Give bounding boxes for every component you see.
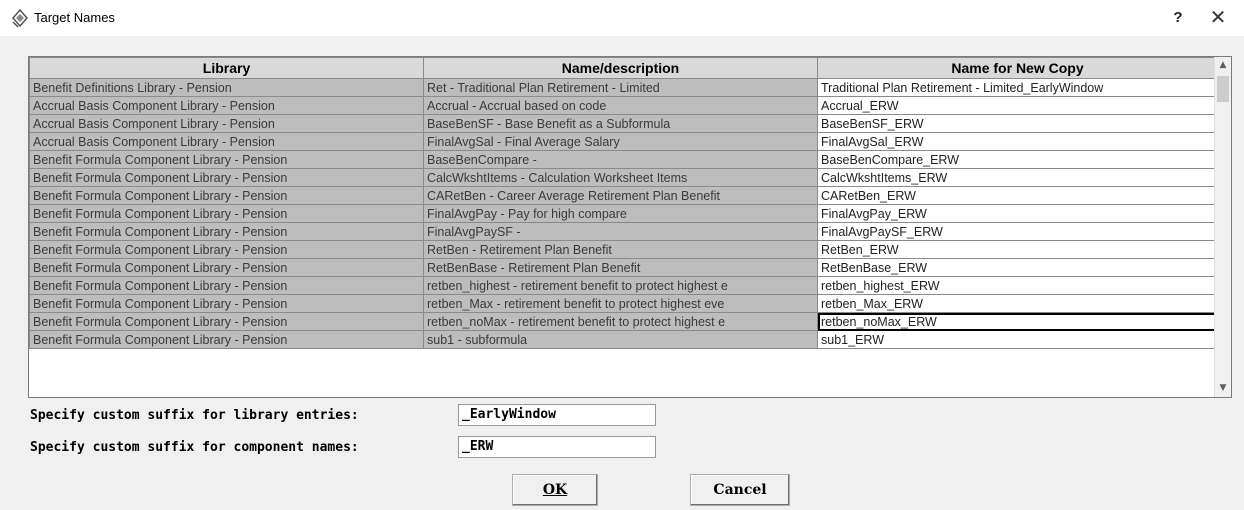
table-row[interactable]: Benefit Formula Component Library - Pens… [29,240,1218,259]
library-cell: Benefit Definitions Library - Pension [29,78,424,97]
table-row[interactable]: Benefit Formula Component Library - Pens… [29,204,1218,223]
help-button[interactable]: ? [1166,6,1190,30]
app-icon [10,8,30,28]
description-cell: BaseBenSF - Base Benefit as a Subformula [423,114,818,133]
library-cell: Accrual Basis Component Library - Pensio… [29,96,424,115]
description-cell: retben_highest - retirement benefit to p… [423,276,818,295]
library-cell: Accrual Basis Component Library - Pensio… [29,132,424,151]
window-title: Target Names [34,10,115,25]
description-cell: Ret - Traditional Plan Retirement - Limi… [423,78,818,97]
table-row[interactable]: Accrual Basis Component Library - Pensio… [29,132,1218,151]
table-row[interactable]: Benefit Formula Component Library - Pens… [29,186,1218,205]
new-name-cell[interactable]: Accrual_ERW [817,96,1218,115]
new-name-cell[interactable]: Traditional Plan Retirement - Limited_Ea… [817,78,1218,97]
new-name-cell[interactable]: RetBen_ERW [817,240,1218,259]
component-suffix-label: Specify custom suffix for component name… [30,440,359,455]
description-cell: sub1 - subformula [423,330,818,349]
library-suffix-label: Specify custom suffix for library entrie… [30,408,359,423]
new-name-cell[interactable]: retben_noMax_ERW [817,312,1218,331]
target-names-dialog: Target Names ? ✕ Library Name/descriptio… [0,0,1244,510]
target-names-grid: Library Name/description Name for New Co… [28,56,1232,398]
library-cell: Benefit Formula Component Library - Pens… [29,258,424,277]
vertical-scrollbar[interactable]: ▲ ▼ [1214,57,1231,397]
table-row[interactable]: Benefit Formula Component Library - Pens… [29,150,1218,169]
column-header-description[interactable]: Name/description [423,57,818,79]
library-cell: Benefit Formula Component Library - Pens… [29,312,424,331]
description-cell: RetBenBase - Retirement Plan Benefit [423,258,818,277]
new-name-cell[interactable]: FinalAvgPay_ERW [817,204,1218,223]
column-header-new-name[interactable]: Name for New Copy [817,57,1218,79]
new-name-cell[interactable]: FinalAvgPaySF_ERW [817,222,1218,241]
library-cell: Benefit Formula Component Library - Pens… [29,294,424,313]
new-name-cell[interactable]: retben_Max_ERW [817,294,1218,313]
ok-button-label: OK [542,482,568,498]
scroll-up-icon[interactable]: ▲ [1215,57,1231,74]
description-cell: Accrual - Accrual based on code [423,96,818,115]
table-header-row: Library Name/description Name for New Co… [29,57,1218,79]
table-row[interactable]: Accrual Basis Component Library - Pensio… [29,96,1218,115]
description-cell: RetBen - Retirement Plan Benefit [423,240,818,259]
table-row[interactable]: Benefit Formula Component Library - Pens… [29,294,1218,313]
title-bar: Target Names ? ✕ [0,0,1244,36]
library-cell: Benefit Formula Component Library - Pens… [29,168,424,187]
library-cell: Benefit Formula Component Library - Pens… [29,204,424,223]
target-names-table: Library Name/description Name for New Co… [29,57,1218,349]
new-name-cell[interactable]: RetBenBase_ERW [817,258,1218,277]
library-suffix-input[interactable]: _EarlyWindow [458,404,656,426]
library-cell: Benefit Formula Component Library - Pens… [29,276,424,295]
description-cell: FinalAvgPaySF - [423,222,818,241]
library-cell: Benefit Formula Component Library - Pens… [29,240,424,259]
table-row[interactable]: Benefit Formula Component Library - Pens… [29,258,1218,277]
component-suffix-input[interactable]: _ERW [458,436,656,458]
new-name-cell[interactable]: BaseBenCompare_ERW [817,150,1218,169]
description-cell: BaseBenCompare - [423,150,818,169]
library-cell: Benefit Formula Component Library - Pens… [29,330,424,349]
close-button[interactable]: ✕ [1206,6,1230,30]
ok-button[interactable]: OK [512,474,598,506]
table-row[interactable]: Benefit Formula Component Library - Pens… [29,312,1218,331]
description-cell: FinalAvgPay - Pay for high compare [423,204,818,223]
library-cell: Benefit Formula Component Library - Pens… [29,186,424,205]
description-cell: retben_noMax - retirement benefit to pro… [423,312,818,331]
description-cell: FinalAvgSal - Final Average Salary [423,132,818,151]
table-row[interactable]: Accrual Basis Component Library - Pensio… [29,114,1218,133]
table-row[interactable]: Benefit Formula Component Library - Pens… [29,330,1218,349]
library-cell: Accrual Basis Component Library - Pensio… [29,114,424,133]
column-header-library[interactable]: Library [29,57,424,79]
description-cell: CalcWkshtItems - Calculation Worksheet I… [423,168,818,187]
scroll-down-icon[interactable]: ▼ [1215,380,1231,397]
table-row[interactable]: Benefit Formula Component Library - Pens… [29,222,1218,241]
library-cell: Benefit Formula Component Library - Pens… [29,222,424,241]
new-name-cell[interactable]: CalcWkshtItems_ERW [817,168,1218,187]
new-name-cell[interactable]: BaseBenSF_ERW [817,114,1218,133]
table-row[interactable]: Benefit Formula Component Library - Pens… [29,276,1218,295]
new-name-cell[interactable]: sub1_ERW [817,330,1218,349]
table-row[interactable]: Benefit Definitions Library - Pension Ret… [29,78,1218,97]
table-body: Benefit Definitions Library - Pension Ret… [29,78,1218,349]
description-cell: retben_Max - retirement benefit to prote… [423,294,818,313]
new-name-cell[interactable]: FinalAvgSal_ERW [817,132,1218,151]
description-cell: CARetBen - Career Average Retirement Pla… [423,186,818,205]
new-name-cell[interactable]: retben_highest_ERW [817,276,1218,295]
scroll-thumb[interactable] [1217,76,1229,102]
table-row[interactable]: Benefit Formula Component Library - Pens… [29,168,1218,187]
library-cell: Benefit Formula Component Library - Pens… [29,150,424,169]
new-name-cell[interactable]: CARetBen_ERW [817,186,1218,205]
cancel-button[interactable]: Cancel [690,474,790,506]
